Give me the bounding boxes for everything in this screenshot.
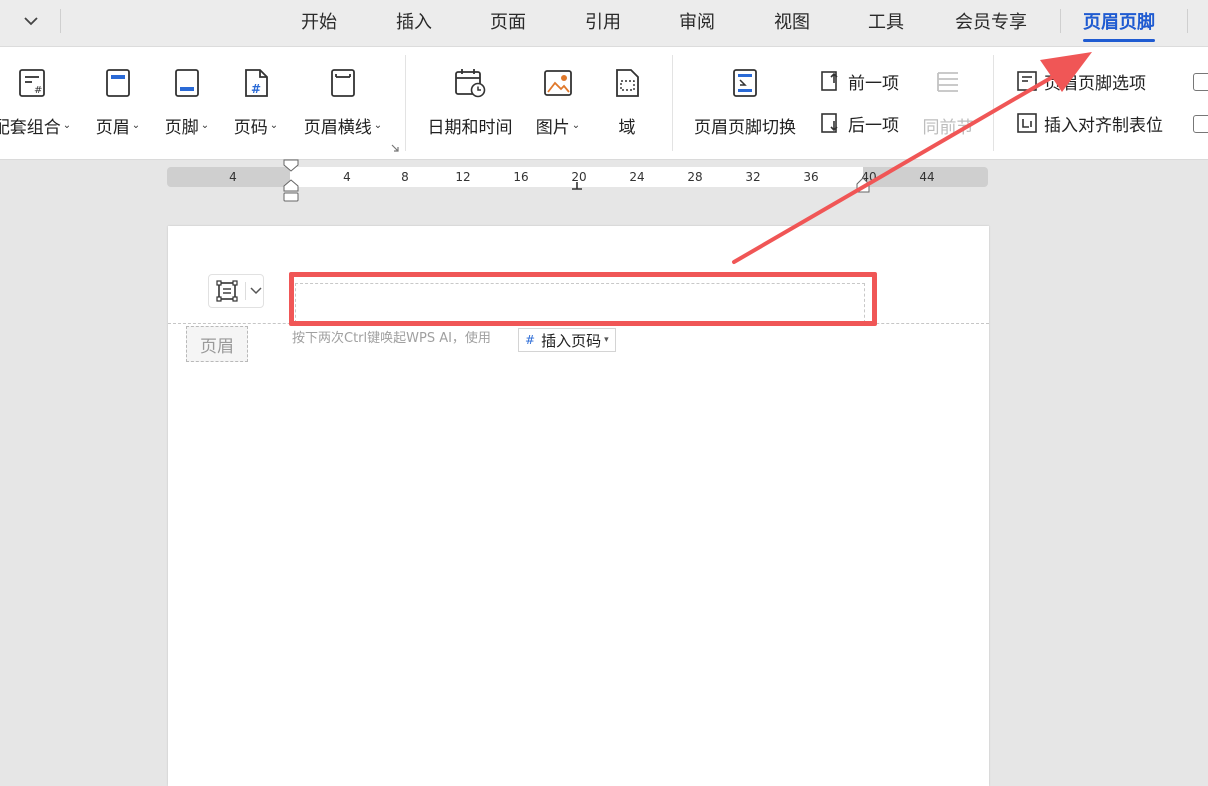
header-tag: 页眉 xyxy=(186,326,248,362)
next-item-button[interactable]: 后一项 xyxy=(818,109,899,137)
annotation-highlight-box xyxy=(289,272,877,326)
header-footer-switch-label: 页眉页脚切换 xyxy=(694,118,796,138)
set-combo-icon: # xyxy=(12,63,52,103)
ribbon-divider xyxy=(993,55,994,151)
tab-header-footer[interactable]: 页眉页脚 xyxy=(1083,8,1155,42)
tab-divider xyxy=(1060,9,1061,33)
tab-stop-icon[interactable] xyxy=(571,182,583,192)
picture-button[interactable]: 图片 ⌄ xyxy=(528,63,588,143)
field-icon xyxy=(607,63,647,103)
ruler-tick: 36 xyxy=(803,170,819,184)
tab-home[interactable]: 开始 xyxy=(301,8,337,34)
page-number-button[interactable]: # 页码 ⌄ xyxy=(226,63,286,143)
option-checkbox[interactable] xyxy=(1193,115,1208,133)
ruler-tick: 44 xyxy=(919,170,935,184)
set-combo-label: 配套组合 xyxy=(0,118,61,138)
header-footer-options-button[interactable]: 页眉页脚选项 xyxy=(1014,67,1146,95)
date-time-button[interactable]: 日期和时间 xyxy=(422,63,518,143)
tab-member[interactable]: 会员专享 xyxy=(955,8,1027,34)
tab-divider xyxy=(1187,9,1188,33)
switch-icon xyxy=(725,63,765,103)
set-combo-button[interactable]: # 配套组合 ⌄ xyxy=(0,63,80,143)
header-button[interactable]: 页眉 ⌄ xyxy=(88,63,148,143)
right-indent-marker-icon[interactable] xyxy=(855,176,871,194)
ruler-tick: 12 xyxy=(455,170,471,184)
ruler-tick: 24 xyxy=(629,170,645,184)
same-as-previous-icon xyxy=(928,63,968,103)
ruler-tick: 4 xyxy=(343,170,351,184)
frame-icon xyxy=(216,280,238,302)
picture-icon xyxy=(538,63,578,103)
header-line-button[interactable]: 页眉横线 ⌄ xyxy=(296,63,390,143)
svg-text:#: # xyxy=(251,82,261,96)
tab-view[interactable]: 视图 xyxy=(774,8,810,34)
tab-page[interactable]: 页面 xyxy=(490,8,526,34)
header-label: 页眉 xyxy=(95,118,130,138)
chevron-down-icon: ⌄ xyxy=(200,120,210,131)
footer-button[interactable]: 页脚 ⌄ xyxy=(157,63,217,143)
header-icon xyxy=(98,63,138,103)
previous-item-icon xyxy=(818,68,844,94)
chevron-down-icon xyxy=(250,287,262,295)
field-label: 域 xyxy=(618,118,636,138)
ribbon-divider xyxy=(672,55,673,151)
ribbon-toolbar: # 配套组合 ⌄ 页眉 ⌄ 页脚 ⌄ # 页码 ⌄ 页眉横线 ⌄ 日期和时间 图… xyxy=(0,47,1208,160)
chevron-down-icon: ⌄ xyxy=(269,120,279,131)
insert-page-number-button[interactable]: # 插入页码 ▾ xyxy=(518,328,616,352)
page-number-label: 页码 xyxy=(233,118,268,138)
chevron-down-icon: ⌄ xyxy=(373,120,383,131)
picture-label: 图片 xyxy=(535,118,570,138)
insert-align-tab-button[interactable]: 插入对齐制表位 xyxy=(1014,109,1163,137)
header-line-icon xyxy=(323,63,363,103)
previous-item-button[interactable]: 前一项 xyxy=(818,67,899,95)
ruler-tick: 28 xyxy=(687,170,703,184)
field-button[interactable]: 域 xyxy=(598,63,656,143)
options-icon xyxy=(1014,68,1040,94)
header-layout-button[interactable] xyxy=(208,274,264,308)
collapse-chevron-icon[interactable] xyxy=(18,10,44,32)
page-number-icon: # xyxy=(525,333,536,347)
dialog-launcher-icon[interactable] xyxy=(390,143,400,153)
header-line-label: 页眉横线 xyxy=(303,118,372,138)
calendar-clock-icon xyxy=(450,63,490,103)
next-item-icon xyxy=(818,110,844,136)
ribbon-divider xyxy=(405,55,406,151)
next-item-label: 后一项 xyxy=(848,115,899,136)
tab-divider xyxy=(60,9,61,33)
ruler-tick: 32 xyxy=(745,170,761,184)
option-checkbox[interactable] xyxy=(1193,73,1208,91)
footer-icon xyxy=(167,63,207,103)
tab-review[interactable]: 审阅 xyxy=(679,8,715,34)
previous-item-label: 前一项 xyxy=(848,73,899,94)
layout-divider xyxy=(245,282,246,300)
chevron-down-icon: ⌄ xyxy=(131,120,141,131)
chevron-down-icon: ⌄ xyxy=(571,120,581,131)
ai-hint-text: 按下两次Ctrl键唤起WPS AI，使用 xyxy=(292,331,491,346)
insert-page-number-label: 插入页码 xyxy=(541,331,602,350)
ruler-tick: 8 xyxy=(401,170,409,184)
footer-label: 页脚 xyxy=(164,118,199,138)
align-tab-icon xyxy=(1014,110,1040,136)
ribbon-tab-bar: 开始 插入 页面 引用 审阅 视图 工具 会员专享 页眉页脚 xyxy=(0,0,1208,47)
date-time-label: 日期和时间 xyxy=(427,118,513,138)
header-footer-switch-button[interactable]: 页眉页脚切换 xyxy=(688,63,802,143)
ruler-tick: 4 xyxy=(229,170,237,184)
svg-text:#: # xyxy=(34,85,42,96)
tab-insert[interactable]: 插入 xyxy=(396,8,432,34)
ruler-tick: 16 xyxy=(513,170,529,184)
header-footer-options-label: 页眉页脚选项 xyxy=(1044,73,1146,94)
chevron-down-icon: ⌄ xyxy=(62,120,72,131)
tab-references[interactable]: 引用 xyxy=(585,8,621,34)
same-as-previous-label: 同前节 xyxy=(922,118,974,138)
tab-tools[interactable]: 工具 xyxy=(868,8,904,34)
insert-align-tab-label: 插入对齐制表位 xyxy=(1044,115,1163,136)
page-number-icon: # xyxy=(236,63,276,103)
chevron-down-icon: ▾ xyxy=(604,335,609,345)
indent-marker-icon[interactable] xyxy=(282,159,300,203)
same-as-previous-button[interactable]: 同前节 xyxy=(917,63,979,143)
